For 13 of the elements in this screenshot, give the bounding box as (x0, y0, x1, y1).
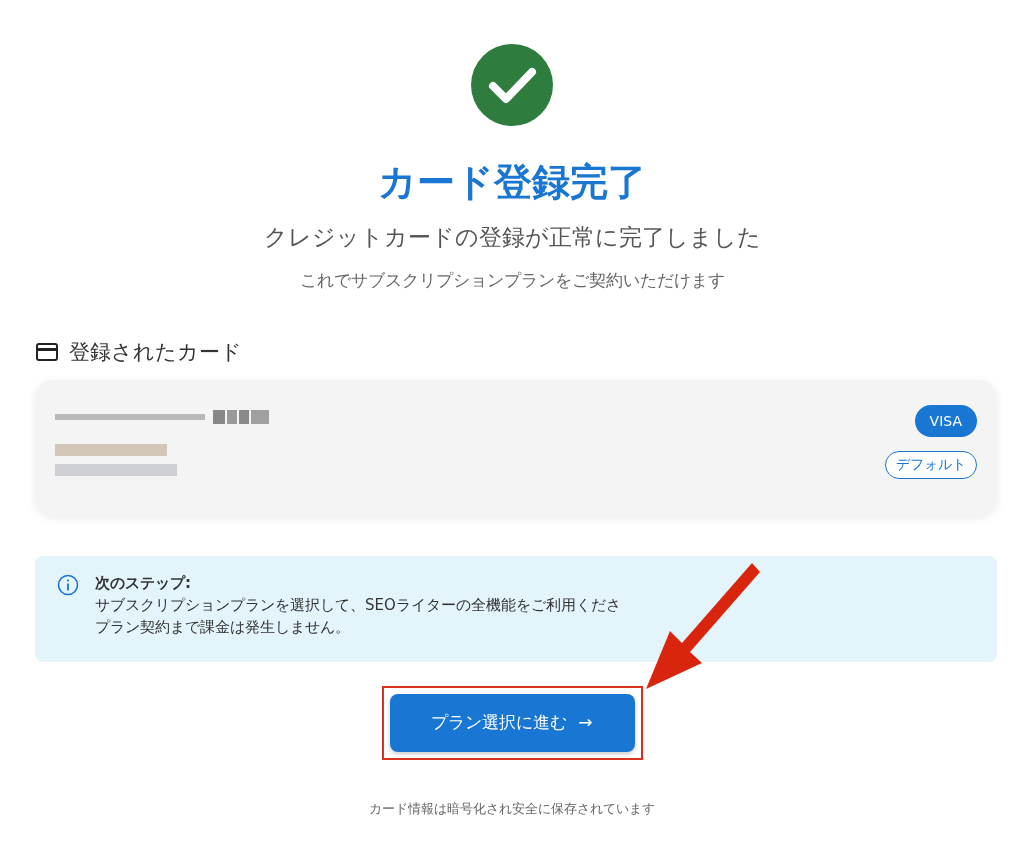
card-brand-badge: VISA (914, 404, 977, 437)
info-heading: 次のステップ: (95, 573, 192, 593)
section-heading: 登録されたカード (69, 338, 242, 366)
subtitle: クレジットカードの登録が正常に完了しました (263, 222, 761, 252)
info-text: サブスクリプションプランを選択して、SEOライターの全機能をご利用くださ (95, 595, 621, 615)
info-icon (57, 573, 79, 596)
page-title: カード登録完了 (378, 160, 646, 206)
footer-note: カード情報は暗号化され安全に保存されています (369, 799, 655, 818)
default-badge: デフォルト (885, 450, 977, 479)
info-text: プラン契約まで課金は発生しません。 (95, 617, 351, 637)
description: これでサブスクリプションプランをご契約いただけます (299, 268, 725, 292)
proceed-button[interactable]: プラン選択に進む → (389, 693, 635, 752)
check-circle-icon (471, 44, 553, 126)
